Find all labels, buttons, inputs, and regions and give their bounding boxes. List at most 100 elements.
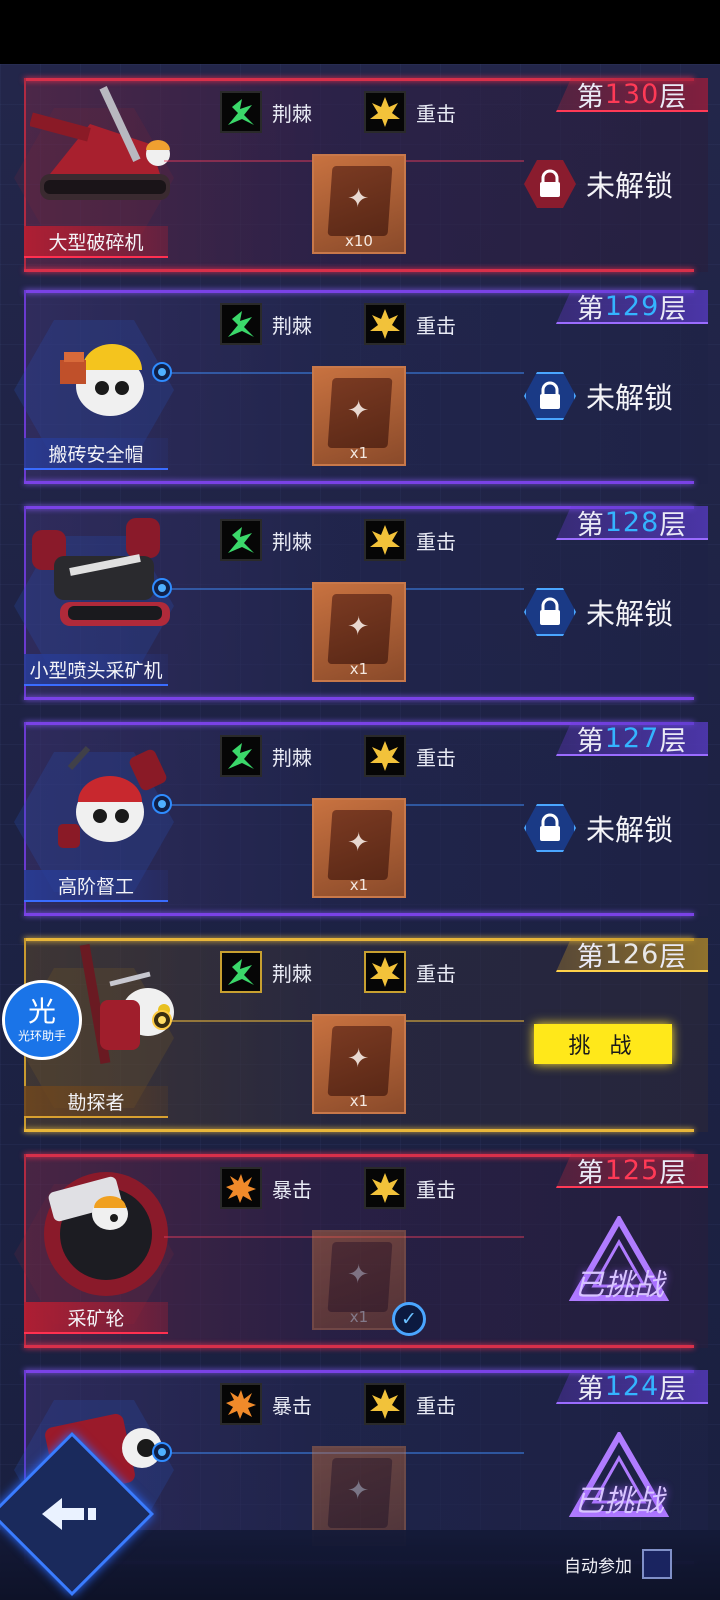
floor-row-127[interactable]: 高阶督工 第127层 荆棘 重击 x1 未解锁 (14, 722, 708, 916)
floor-prefix: 第 (576, 941, 605, 973)
buff-critical-hit[interactable]: 暴击 (220, 1166, 312, 1210)
reward-count: x1 (349, 1092, 369, 1110)
reward-item[interactable]: x10 (312, 154, 406, 254)
floor-number: 129 (604, 290, 660, 322)
challenged-badge: 已挑战 (564, 1429, 674, 1522)
floor-number: 125 (604, 1154, 660, 1186)
locked-status: 未解锁 (524, 156, 673, 212)
heavy-strike-icon (364, 303, 406, 345)
floor-suffix: 层 (659, 1157, 688, 1189)
status-bar (0, 0, 720, 64)
status-text: 未解锁 (586, 597, 674, 631)
challenge-button[interactable]: 挑 战 (534, 1024, 672, 1064)
path-node (152, 1442, 172, 1462)
locked-status: 未解锁 (524, 584, 673, 640)
floor-number: 126 (604, 938, 660, 970)
floor-prefix: 第 (576, 1157, 605, 1189)
reward-card-icon (327, 594, 393, 664)
buff-label: 重击 (416, 1177, 456, 1202)
boss-name: 搬砖安全帽 (24, 438, 168, 470)
boss-portrait-crusher (30, 86, 170, 200)
reward-count: x1 (349, 876, 369, 894)
floor-prefix: 第 (576, 509, 605, 541)
floor-label: 第 126 层 (556, 938, 708, 972)
floor-suffix: 层 (659, 725, 688, 757)
buff-heavy-strike[interactable]: 重击 (364, 90, 456, 134)
auto-join-checkbox[interactable] (642, 1549, 672, 1579)
status-text: 未解锁 (586, 381, 674, 415)
floor-number: 127 (604, 722, 660, 754)
path-node (152, 578, 172, 598)
boss-portrait-mining-wheel (44, 1172, 168, 1296)
floor-row-130[interactable]: 大型破碎机 第130层 荆棘 重击 x10 未解锁 (14, 78, 708, 272)
status-text: 未解锁 (586, 169, 674, 203)
boss-name: 勘探者 (24, 1086, 168, 1118)
auto-join-toggle[interactable]: 自动参加 (564, 1546, 694, 1582)
reward-item[interactable]: x1 (312, 366, 406, 466)
boss-name: 采矿轮 (24, 1302, 168, 1334)
floor-label: 第 130 层 (556, 78, 708, 112)
buff-label: 荆棘 (272, 101, 312, 126)
buff-heavy-strike[interactable]: 重击 (364, 1382, 456, 1426)
heavy-strike-icon (364, 1167, 406, 1209)
floor-suffix: 层 (659, 509, 688, 541)
buff-label: 重击 (416, 529, 456, 554)
lock-icon (524, 160, 576, 208)
floor-label: 第 127 层 (556, 722, 708, 756)
buff-thorns[interactable]: 荆棘 (220, 90, 312, 134)
buff-label: 重击 (416, 745, 456, 770)
boss-name: 高阶督工 (24, 870, 168, 902)
path-node (152, 794, 172, 814)
thorns-icon (220, 519, 262, 561)
reward-count: x10 (345, 232, 373, 250)
floor-prefix: 第 (576, 1373, 605, 1405)
buff-heavy-strike[interactable]: 重击 (364, 734, 456, 778)
reward-card-icon (327, 1458, 393, 1528)
floor-label: 第 124 层 (556, 1370, 708, 1404)
lock-icon (524, 588, 576, 636)
reward-count: x1 (349, 1308, 369, 1326)
floor-prefix: 第 (576, 725, 605, 757)
floor-row-126[interactable]: 勘探者 第126层 荆棘 重击 x1 挑 战 (14, 938, 708, 1132)
buff-label: 重击 (416, 313, 456, 338)
reward-count: x1 (349, 444, 369, 462)
buff-thorns[interactable]: 荆棘 (220, 734, 312, 778)
reward-card-icon (327, 1242, 393, 1312)
buff-label: 荆棘 (272, 529, 312, 554)
buff-label: 重击 (416, 101, 456, 126)
heavy-strike-icon (364, 91, 406, 133)
floor-row-129[interactable]: 搬砖安全帽 第129层 荆棘 重击 x1 未解锁 (14, 290, 708, 484)
buff-label: 重击 (416, 1393, 456, 1418)
locked-status: 未解锁 (524, 368, 673, 424)
auto-join-label: 自动参加 (564, 1556, 632, 1577)
halo-assistant-button[interactable]: 光 光环助手 (2, 980, 82, 1060)
helper-glyph: 光 (27, 995, 56, 1028)
critical-hit-icon (220, 1167, 262, 1209)
buff-heavy-strike[interactable]: 重击 (364, 518, 456, 562)
buff-heavy-strike[interactable]: 重击 (364, 1166, 456, 1210)
buff-critical-hit[interactable]: 暴击 (220, 1382, 312, 1426)
reward-count: x1 (349, 660, 369, 678)
buff-label: 荆棘 (272, 961, 312, 986)
floor-suffix: 层 (659, 941, 688, 973)
floor-row-125[interactable]: 采矿轮 第125层 暴击 重击 x1 ✓ 已挑战 (14, 1154, 708, 1348)
claimed-check-icon: ✓ (392, 1302, 426, 1336)
path-node (152, 1010, 172, 1030)
buff-heavy-strike[interactable]: 重击 (364, 950, 456, 994)
floor-label: 第 129 层 (556, 290, 708, 324)
thorns-icon (220, 951, 262, 993)
thorns-icon (220, 91, 262, 133)
status-text: 已挑战 (574, 1268, 664, 1303)
reward-item[interactable]: x1 (312, 582, 406, 682)
buff-thorns[interactable]: 荆棘 (220, 518, 312, 562)
heavy-strike-icon (364, 951, 406, 993)
helper-label: 光环助手 (17, 1029, 66, 1043)
buff-heavy-strike[interactable]: 重击 (364, 302, 456, 346)
floor-number: 124 (604, 1370, 660, 1402)
buff-thorns[interactable]: 荆棘 (220, 950, 312, 994)
floor-row-128[interactable]: 小型喷头采矿机 第128层 荆棘 重击 x1 未解锁 (14, 506, 708, 700)
reward-item[interactable]: x1 (312, 798, 406, 898)
buff-thorns[interactable]: 荆棘 (220, 302, 312, 346)
reward-item[interactable]: x1 (312, 1014, 406, 1114)
heavy-strike-icon (364, 519, 406, 561)
